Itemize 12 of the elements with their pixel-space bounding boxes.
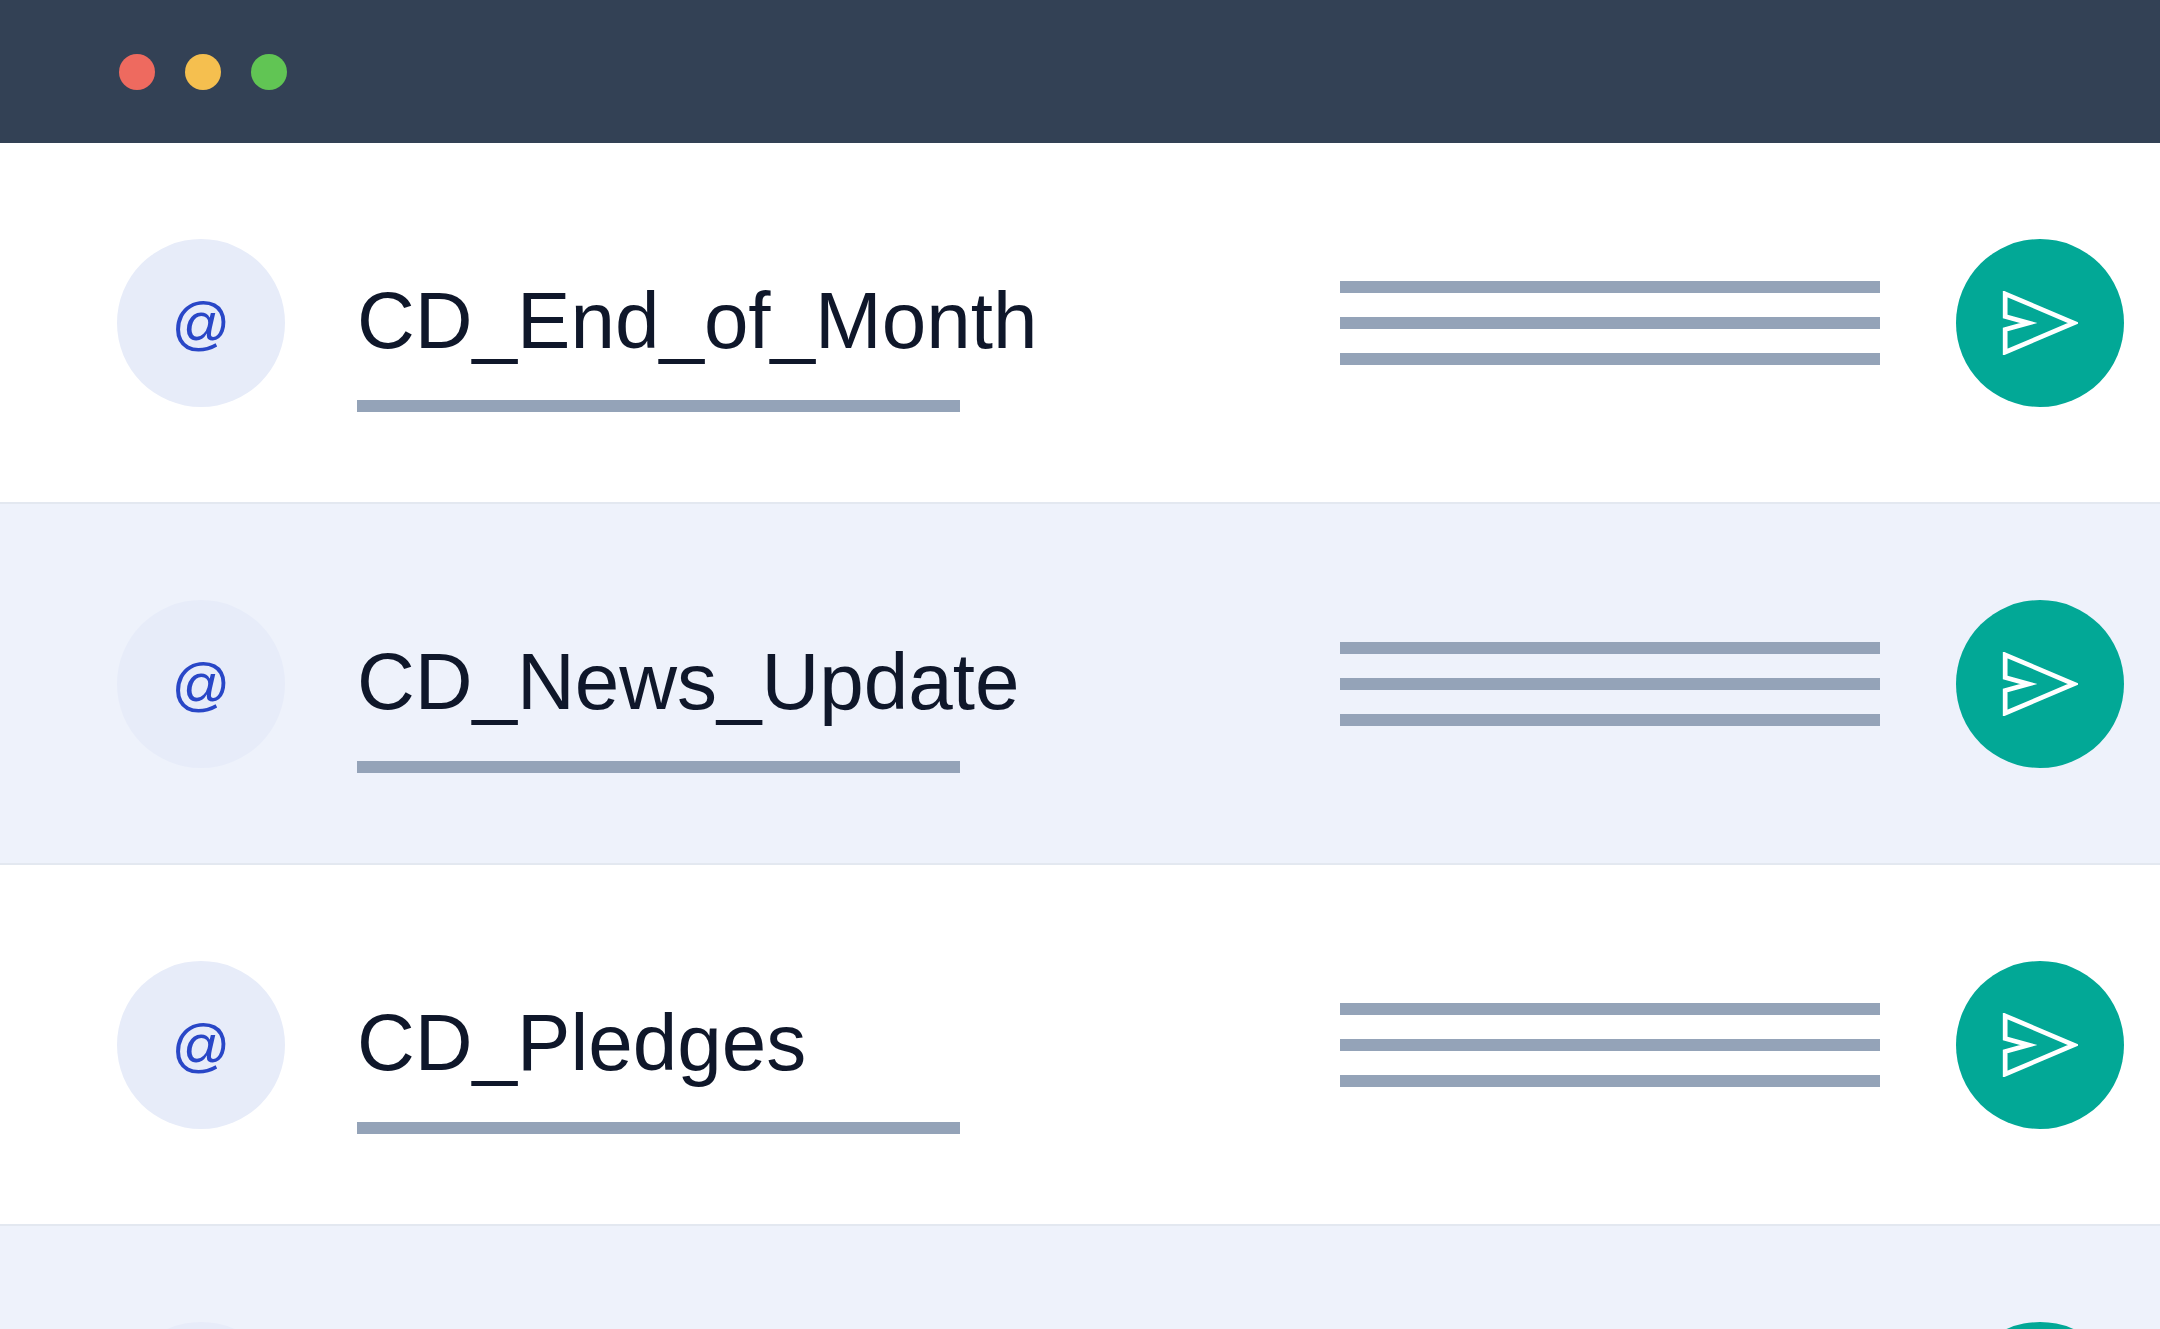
at-sign-symbol: @ [171, 654, 231, 713]
at-sign-symbol: @ [171, 1015, 231, 1074]
list-item-title[interactable]: CD_End_of_Month [357, 275, 1038, 367]
paper-plane-icon [2002, 1012, 2078, 1077]
window-control-button[interactable] [119, 53, 155, 90]
window-control-button[interactable] [185, 53, 221, 90]
list-item-title[interactable]: CD_News_Update [357, 636, 1020, 728]
window-control-button[interactable] [251, 53, 287, 90]
at-sign-symbol: @ [171, 293, 231, 352]
paper-plane-icon [2002, 651, 2078, 716]
list-item-title[interactable]: CD_Pledges [357, 997, 807, 1089]
paper-plane-icon [2002, 290, 2078, 355]
